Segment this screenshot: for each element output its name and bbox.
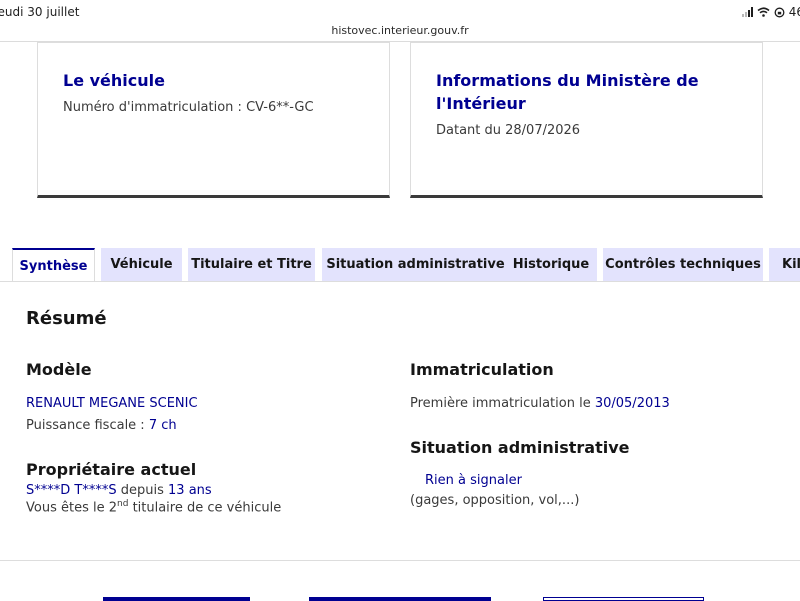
model-name: RENAULT MEGANE SCENIC — [26, 396, 198, 411]
admin-note: (gages, opposition, vol,...) — [410, 493, 580, 508]
owner-name: S****D T****S depuis 13 ans — [26, 483, 212, 498]
address-bar-url[interactable]: histovec.interieur.gouv.fr — [0, 24, 800, 37]
tab-vehicule[interactable]: Véhicule — [101, 248, 182, 281]
owner-heading: Propriétaire actuel — [26, 460, 197, 479]
ministry-card-title: Informations du Ministère de l'Intérieur — [436, 71, 699, 113]
status-bar: Jeudi 30 juillet 46 — [0, 0, 800, 22]
model-heading: Modèle — [26, 360, 92, 379]
battery-percent: 46 — [788, 5, 800, 19]
bottom-button-3[interactable] — [543, 597, 704, 601]
signal-icon — [741, 7, 753, 17]
tab-kilometrage[interactable]: Kilo — [769, 248, 800, 281]
wifi-icon — [757, 7, 770, 17]
plate-number: Numéro d'immatriculation : CV-6**-GC — [63, 100, 314, 115]
vehicle-card-title: Le véhicule — [63, 71, 165, 90]
tab-historique[interactable]: Historique — [505, 248, 597, 281]
tab-bar: Synthèse Véhicule Titulaire et Titre Sit… — [12, 248, 800, 282]
first-registration: Première immatriculation le 30/05/2013 — [410, 396, 670, 411]
owner-rank: Vous êtes le 2nd titulaire de ce véhicul… — [26, 499, 282, 516]
ministry-data-date: Datant du 28/07/2026 — [436, 123, 581, 138]
registration-heading: Immatriculation — [410, 360, 554, 379]
status-indicators: 46 — [741, 5, 800, 19]
tab-titulaire[interactable]: Titulaire et Titre — [188, 248, 315, 281]
ministry-card: Informations du Ministère de l'Intérieur … — [410, 42, 763, 198]
summary-heading: Résumé — [26, 308, 107, 329]
vehicle-card: Le véhicule Numéro d'immatriculation : C… — [37, 42, 390, 198]
orientation-lock-icon — [774, 7, 785, 17]
tab-synthese[interactable]: Synthèse — [12, 248, 95, 282]
admin-status: Rien à signaler — [425, 473, 522, 488]
bottom-button-1[interactable] — [103, 597, 250, 601]
fiscal-power: Puissance fiscale : 7 ch — [26, 418, 177, 433]
tab-situation-administrative[interactable]: Situation administrative — [322, 248, 509, 281]
bottom-button-2[interactable] — [309, 597, 491, 601]
status-date: Jeudi 30 juillet — [0, 5, 80, 19]
admin-situation-heading: Situation administrative — [410, 438, 630, 457]
tab-controles-techniques[interactable]: Contrôles techniques — [603, 248, 763, 281]
